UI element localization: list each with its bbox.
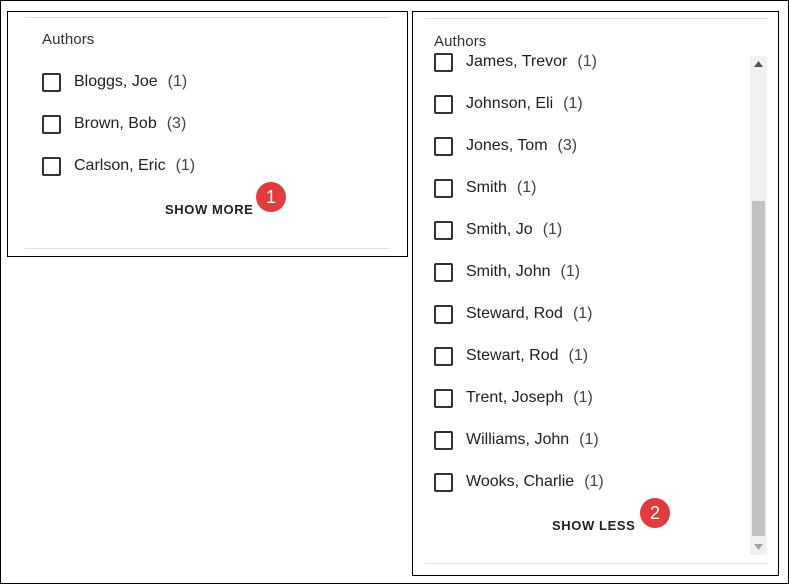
authors-facet-collapsed: Authors Bloggs, Joe (1) Brown, Bob (3) C… xyxy=(7,11,408,257)
author-count: (3) xyxy=(166,115,187,132)
author-label: Smith xyxy=(466,179,507,196)
author-count: (1) xyxy=(573,389,593,406)
author-label: Williams, John xyxy=(466,431,570,448)
divider-top xyxy=(25,17,389,18)
checkbox[interactable] xyxy=(434,52,453,72)
author-count: (1) xyxy=(167,73,188,90)
checkbox[interactable] xyxy=(434,388,453,408)
author-label: Stewart, Rod xyxy=(466,347,559,364)
author-option[interactable]: James, Trevor (1) xyxy=(434,48,597,76)
author-count: (1) xyxy=(563,95,583,112)
author-label: Bloggs, Joe xyxy=(74,73,158,90)
author-label: Wooks, Charlie xyxy=(466,473,575,490)
callout-badge: 1 xyxy=(256,182,286,212)
author-option[interactable]: Jones, Tom (3) xyxy=(434,132,577,160)
author-option[interactable]: Trent, Joseph (1) xyxy=(434,384,593,412)
author-option[interactable]: Williams, John (1) xyxy=(434,426,599,454)
callout-badge: 2 xyxy=(640,498,670,528)
author-count: (1) xyxy=(542,221,563,238)
divider-top xyxy=(425,18,768,19)
authors-facet-expanded: Authors James, Trevor (1) Johnson, Eli (… xyxy=(412,11,779,576)
author-label: Smith, Jo xyxy=(466,221,533,238)
author-label: Carlson, Eric xyxy=(74,157,166,174)
author-count: (1) xyxy=(175,157,196,174)
author-option[interactable]: Smith, Jo (1) xyxy=(434,216,562,244)
author-count: (1) xyxy=(560,263,581,280)
checkbox[interactable] xyxy=(42,72,61,92)
author-count: (1) xyxy=(584,473,604,490)
author-label: Steward, Rod xyxy=(466,305,563,322)
scrollbar[interactable] xyxy=(750,56,767,555)
author-count: (1) xyxy=(579,431,599,448)
author-count: (1) xyxy=(516,179,537,196)
checkbox[interactable] xyxy=(434,304,453,324)
author-label: Brown, Bob xyxy=(74,115,157,132)
author-count: (1) xyxy=(577,53,597,70)
divider-bottom xyxy=(25,248,389,249)
author-count: (3) xyxy=(557,137,578,154)
author-option[interactable]: Steward, Rod (1) xyxy=(434,300,593,328)
author-label: James, Trevor xyxy=(466,53,568,70)
scroll-down-arrow-icon[interactable] xyxy=(750,539,767,555)
author-label: Johnson, Eli xyxy=(466,95,554,112)
checkbox[interactable] xyxy=(42,156,61,176)
author-option[interactable]: Smith (1) xyxy=(434,174,536,202)
show-less-button[interactable]: SHOW LESS xyxy=(552,518,635,533)
author-option[interactable]: Brown, Bob (3) xyxy=(42,110,186,138)
checkbox[interactable] xyxy=(434,220,453,240)
author-count: (1) xyxy=(568,347,589,364)
checkbox[interactable] xyxy=(434,262,453,282)
author-label: Jones, Tom xyxy=(466,137,548,154)
author-option[interactable]: Johnson, Eli (1) xyxy=(434,90,583,118)
author-label: Trent, Joseph xyxy=(466,389,564,406)
author-option[interactable]: Stewart, Rod (1) xyxy=(434,342,588,370)
checkbox[interactable] xyxy=(434,136,453,156)
checkbox[interactable] xyxy=(434,346,453,366)
author-option[interactable]: Bloggs, Joe (1) xyxy=(42,68,187,96)
show-more-button[interactable]: SHOW MORE xyxy=(165,202,253,217)
author-option[interactable]: Carlson, Eric (1) xyxy=(42,152,195,180)
author-option[interactable]: Smith, John (1) xyxy=(434,258,580,286)
divider-bottom xyxy=(425,563,768,564)
checkbox[interactable] xyxy=(434,178,453,198)
facet-heading: Authors xyxy=(42,31,95,48)
checkbox[interactable] xyxy=(434,430,453,450)
checkbox[interactable] xyxy=(42,114,61,134)
checkbox[interactable] xyxy=(434,472,453,492)
author-label: Smith, John xyxy=(466,263,551,280)
scroll-up-arrow-icon[interactable] xyxy=(750,56,767,72)
checkbox[interactable] xyxy=(434,94,453,114)
author-option[interactable]: Wooks, Charlie (1) xyxy=(434,468,604,496)
author-count: (1) xyxy=(572,305,593,322)
scrollbar-thumb[interactable] xyxy=(752,201,765,536)
